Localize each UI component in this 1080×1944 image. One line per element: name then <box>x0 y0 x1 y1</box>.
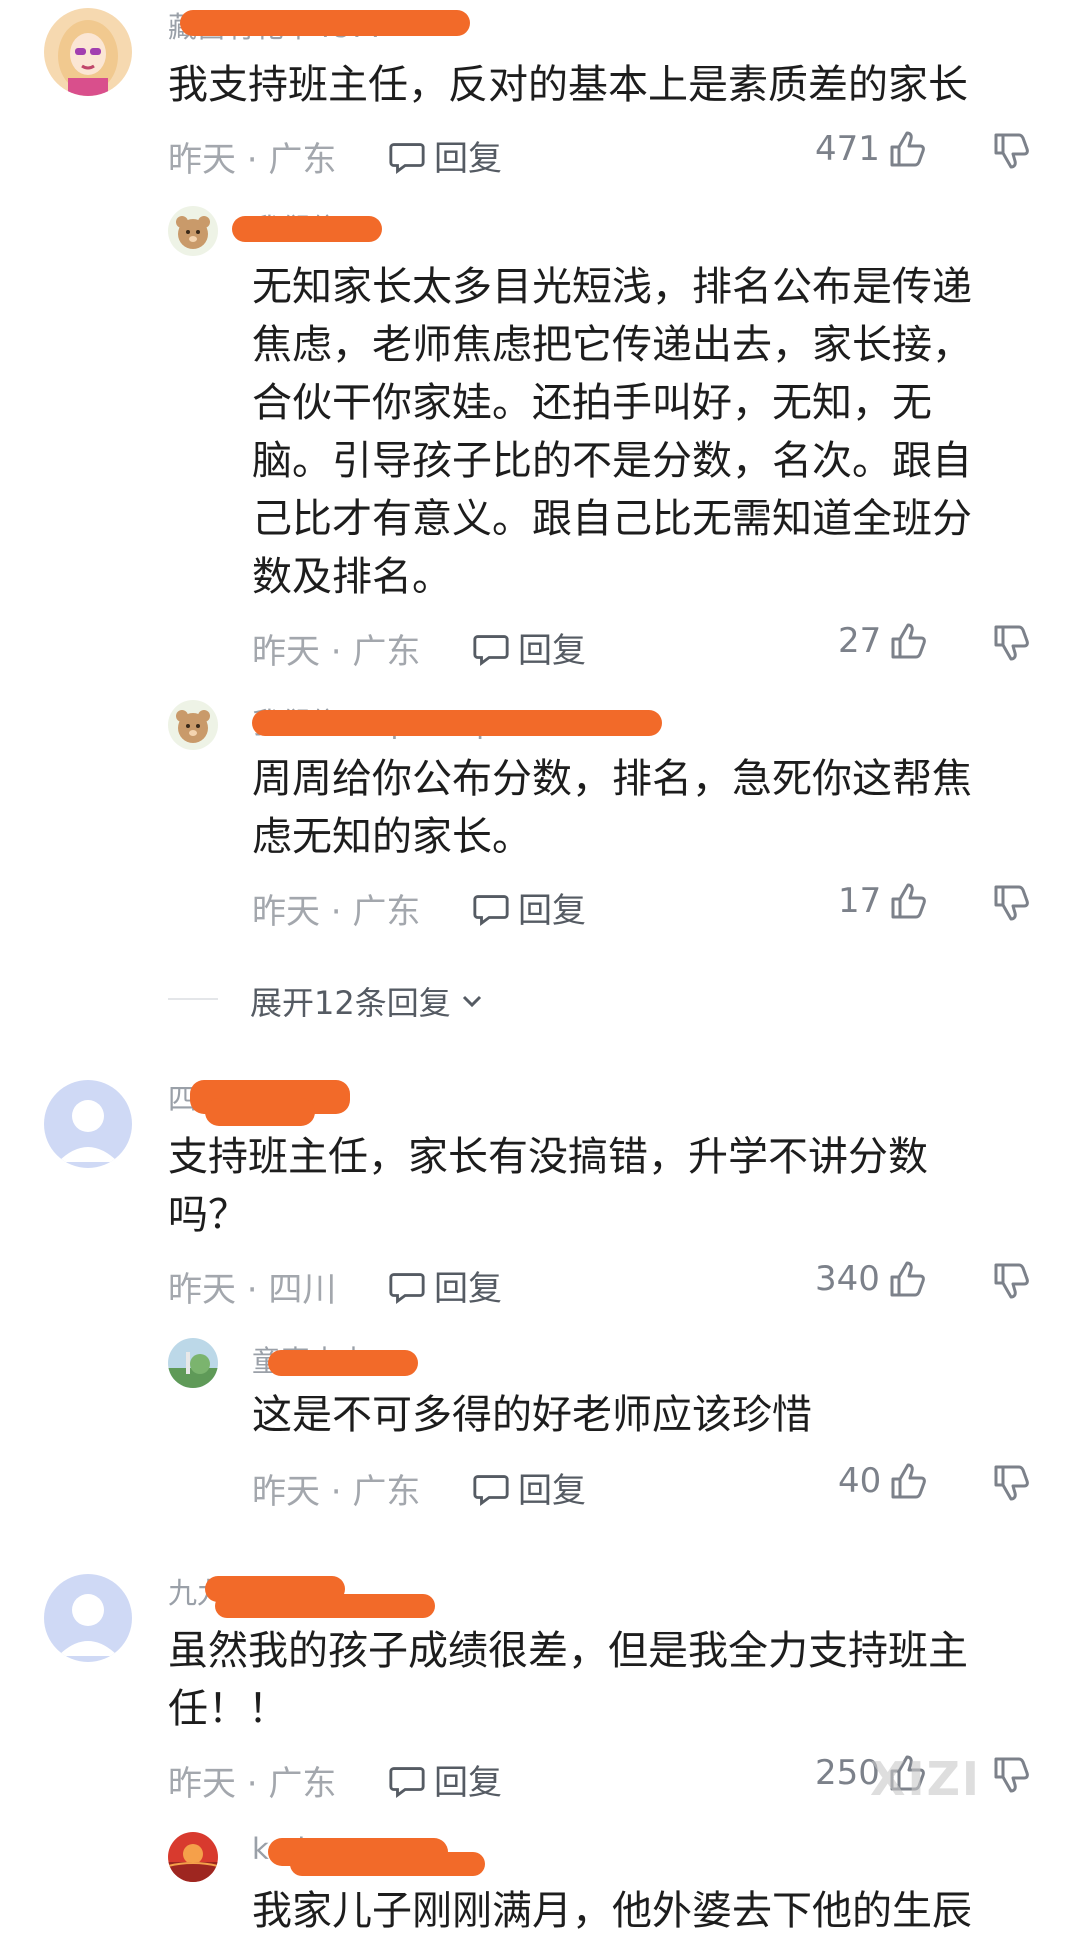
name-redaction <box>215 1594 435 1618</box>
comment-bubble-icon <box>473 1474 509 1506</box>
like-count: 40 <box>838 1461 882 1501</box>
reply-button[interactable]: 回复 <box>472 623 586 672</box>
reply-text: 无知家长太多目光短浅，排名公布是传递 焦虑，老师焦虑把它传递出去，家长接， 合伙… <box>252 264 972 600</box>
comment-time-location: 昨天 · 四川 <box>168 1270 337 1310</box>
thumbs-up-icon <box>891 623 927 659</box>
reply-time-location: 昨天 · 广东 <box>252 632 421 672</box>
reply-text: 周周给你公布分数，排名，急死你这帮焦 虑无知的家长。 <box>252 756 972 860</box>
reply-button[interactable]: 回复 <box>472 1463 586 1512</box>
dislike-button[interactable] <box>990 1462 1032 1508</box>
chevron-down-icon <box>462 995 481 1008</box>
like-count: 17 <box>838 881 882 921</box>
dislike-button[interactable] <box>990 1260 1032 1306</box>
name-redaction <box>268 1350 418 1376</box>
thumbs-down-icon <box>994 1465 1029 1501</box>
dislike-button[interactable] <box>990 622 1032 668</box>
reply-button[interactable]: 回复 <box>388 131 502 180</box>
like-count: 471 <box>815 129 880 169</box>
like-count: 340 <box>815 1259 880 1299</box>
like-button[interactable]: 27 <box>838 620 929 662</box>
thumbs-down-icon <box>994 1757 1029 1793</box>
comment-text: 虽然我的孩子成绩很差，但是我全力支持班主 任！！ <box>168 1628 968 1732</box>
reply-button[interactable]: 回复 <box>388 1755 502 1804</box>
comment-text: 我支持班主任，反对的基本上是素质差的家长 <box>168 62 968 108</box>
avatar[interactable] <box>168 700 218 750</box>
reply-button[interactable]: 回复 <box>472 883 586 932</box>
like-button[interactable]: 40 <box>838 1460 929 1502</box>
expand-divider <box>168 998 218 1000</box>
name-redaction <box>290 1852 485 1876</box>
avatar[interactable] <box>168 206 218 256</box>
reply-time-location: 昨天 · 广东 <box>252 1472 421 1512</box>
comment-time-location: 昨天 · 广东 <box>168 140 337 180</box>
comment-bubble-icon <box>389 1272 425 1304</box>
reply-time-location: 昨天 · 广东 <box>252 892 421 932</box>
like-button[interactable]: 340 <box>815 1258 928 1300</box>
avatar[interactable] <box>168 1338 218 1388</box>
dislike-button[interactable] <box>990 130 1032 176</box>
thumbs-up-icon <box>891 883 927 919</box>
dislike-button[interactable] <box>990 882 1032 928</box>
name-redaction <box>232 216 382 242</box>
avatar[interactable] <box>44 8 132 96</box>
comment-bubble-icon <box>473 634 509 666</box>
like-count: 27 <box>838 621 882 661</box>
avatar[interactable] <box>168 1832 218 1882</box>
watermark: XIZI <box>870 1752 982 1806</box>
expand-replies-button[interactable]: 展开12条回复 <box>250 978 485 1024</box>
comment-bubble-icon <box>389 1766 425 1798</box>
thumbs-up-icon <box>890 1261 925 1297</box>
thumbs-up-icon <box>891 1463 927 1499</box>
thumbs-down-icon <box>994 133 1029 169</box>
reply-text: 我家儿子刚刚满月，他外婆去下他的生辰 <box>252 1888 972 1934</box>
thumbs-down-icon <box>994 885 1029 921</box>
thumbs-down-icon <box>994 625 1029 661</box>
name-redaction <box>180 10 470 36</box>
reply-text: 这是不可多得的好老师应该珍惜 <box>252 1392 812 1438</box>
thumbs-down-icon <box>994 1263 1029 1299</box>
comment-bubble-icon <box>473 894 509 926</box>
like-button[interactable]: 471 <box>815 128 928 170</box>
comment-bubble-icon <box>389 142 425 174</box>
avatar[interactable] <box>44 1574 132 1662</box>
dislike-button[interactable] <box>990 1754 1032 1800</box>
reply-button[interactable]: 回复 <box>388 1261 502 1310</box>
like-button[interactable]: 17 <box>838 880 929 922</box>
comment-time-location: 昨天 · 广东 <box>168 1764 337 1804</box>
name-redaction <box>252 710 662 736</box>
comment-text: 支持班主任，家长有没搞错，升学不讲分数 吗？ <box>168 1134 928 1238</box>
name-redaction <box>205 1098 315 1126</box>
thumbs-up-icon <box>890 131 925 167</box>
avatar[interactable] <box>44 1080 132 1168</box>
